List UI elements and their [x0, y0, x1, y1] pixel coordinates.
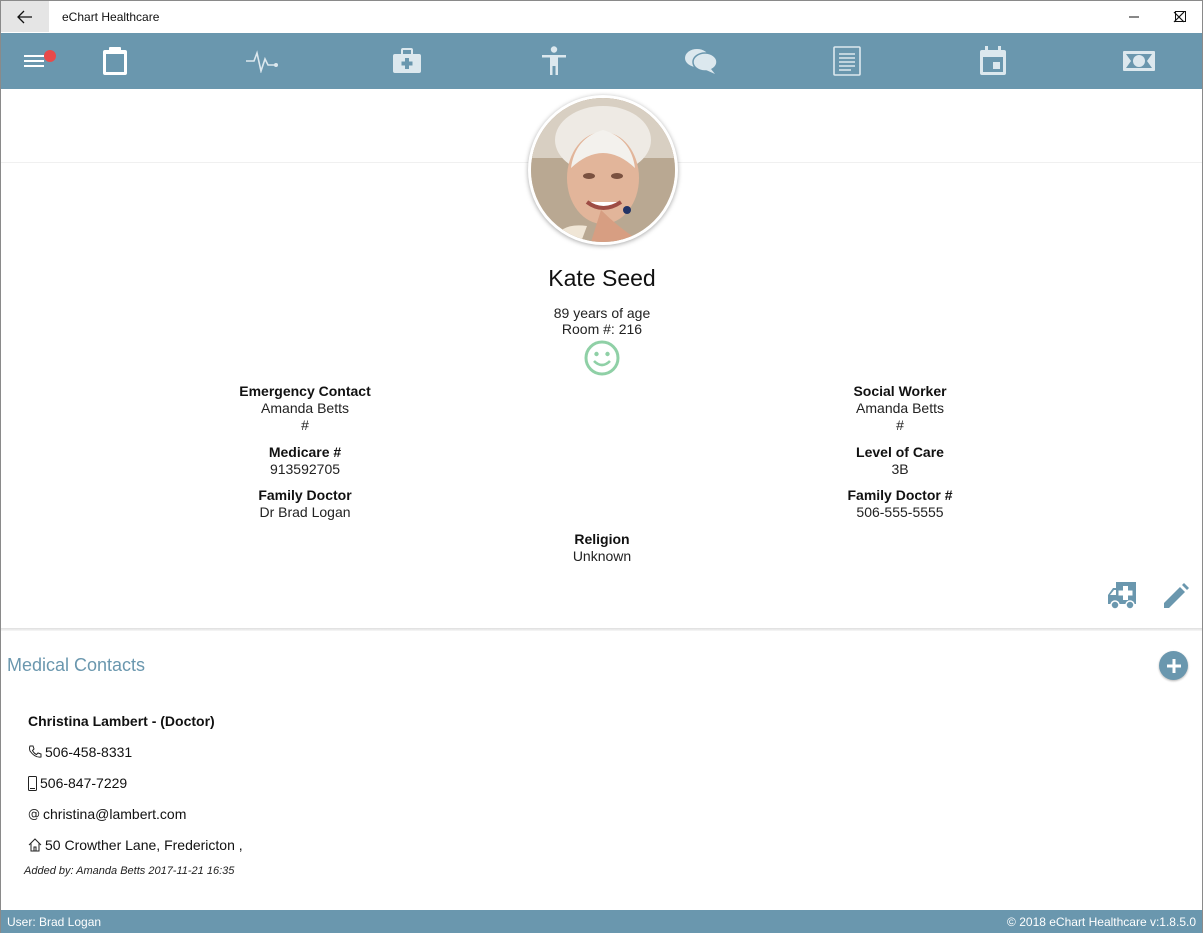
mobile-icon — [28, 775, 37, 791]
calendar-tab[interactable] — [975, 43, 1011, 79]
family-doctor-value: Dr Brad Logan — [259, 504, 351, 520]
contact-mobile: 506-847-7229 — [40, 775, 128, 791]
vitals-icon — [246, 50, 278, 73]
status-user: User: Brad Logan — [7, 915, 102, 929]
ambulance-button[interactable] — [1105, 578, 1145, 614]
patient-room: Room #: 216 — [561, 321, 643, 337]
contact-name: Christina Lambert - (Doctor) — [28, 713, 215, 729]
add-contact-button[interactable] — [1159, 651, 1188, 680]
emergency-contact-label: Emergency Contact — [239, 383, 371, 399]
billing-tab[interactable] — [1121, 43, 1157, 79]
medical-kit-icon — [393, 48, 421, 73]
contact-phone: 506-458-8331 — [45, 744, 133, 760]
minimize-icon — [1128, 16, 1139, 18]
contact-email: christina@lambert.com — [43, 806, 187, 822]
family-doctor-label: Family Doctor — [258, 487, 352, 503]
medicare-label: Medicare # — [268, 444, 342, 460]
social-worker-name: Amanda Betts — [856, 400, 944, 416]
level-of-care-label: Level of Care — [856, 444, 944, 460]
social-worker-phone: # — [896, 417, 904, 433]
happy-face-icon — [584, 340, 620, 376]
edit-button[interactable] — [1155, 578, 1195, 614]
medicare: Medicare # 913592705 — [155, 444, 455, 478]
status-copyright: © 2018 eChart Healthcare v:1.8.5.0 — [1007, 915, 1196, 929]
body-icon — [542, 46, 566, 75]
close-icon — [1173, 11, 1185, 22]
patient-age: 89 years of age — [553, 305, 651, 321]
added-by: Added by: Amanda Betts 2017-11-21 16:35 — [24, 865, 235, 877]
section-divider — [1, 628, 1202, 631]
close-window-button[interactable] — [1156, 1, 1202, 32]
title-bar: eChart Healthcare — [1, 1, 1202, 33]
medical-kit-tab[interactable] — [389, 43, 425, 79]
contact-mobile-row: 506-847-7229 — [28, 775, 127, 791]
patient-avatar — [528, 95, 678, 245]
family-doctor-phone-label: Family Doctor # — [847, 487, 953, 503]
emergency-contact-phone: # — [301, 417, 309, 433]
religion-label: Religion — [574, 531, 630, 547]
billing-icon — [1123, 51, 1155, 71]
ambulance-icon — [1108, 582, 1136, 610]
clipboard-tab[interactable] — [97, 43, 133, 79]
religion-value: Unknown — [572, 548, 632, 564]
level-of-care-value: 3B — [891, 461, 909, 477]
main-toolbar — [1, 33, 1202, 89]
plus-icon — [1166, 658, 1181, 673]
emergency-contact: Emergency Contact Amanda Betts # — [155, 383, 455, 434]
body-tab[interactable] — [536, 43, 572, 79]
social-worker: Social Worker Amanda Betts # — [750, 383, 1050, 434]
calendar-icon — [980, 46, 1006, 75]
notes-icon — [833, 46, 861, 76]
contact-phone-row: 506-458-8331 — [28, 744, 132, 760]
vitals-tab[interactable] — [244, 43, 280, 79]
contact-address-row: 50 Crowther Lane, Fredericton , — [28, 837, 243, 853]
app-title: eChart Healthcare — [62, 10, 160, 24]
chat-icon — [685, 49, 718, 74]
family-doctor-phone: Family Doctor # 506-555-5555 — [750, 487, 1050, 521]
back-button[interactable] — [1, 1, 49, 32]
status-bar: User: Brad Logan © 2018 eChart Healthcar… — [1, 910, 1202, 933]
menu-icon — [24, 55, 44, 67]
family-doctor: Family Doctor Dr Brad Logan — [155, 487, 455, 521]
family-doctor-phone-value: 506-555-5555 — [856, 504, 944, 520]
notification-badge — [44, 50, 56, 62]
notes-tab[interactable] — [829, 43, 865, 79]
medicare-value: 913592705 — [269, 461, 341, 477]
contact-email-row: @ christina@lambert.com — [28, 806, 186, 822]
emergency-contact-name: Amanda Betts — [261, 400, 349, 416]
contact-address: 50 Crowther Lane, Fredericton , — [45, 837, 243, 853]
social-worker-label: Social Worker — [853, 383, 947, 399]
back-arrow-icon — [17, 10, 32, 23]
religion: Religion Unknown — [452, 531, 752, 565]
minimize-button[interactable] — [1111, 1, 1157, 32]
chat-tab[interactable] — [683, 43, 719, 79]
patient-name: Kate Seed — [548, 265, 656, 291]
phone-icon — [29, 745, 42, 758]
patient-photo — [531, 98, 675, 242]
pencil-icon — [1164, 583, 1189, 608]
at-sign-icon: @ — [28, 807, 40, 821]
medical-contacts-title: Medical Contacts — [7, 655, 146, 675]
clipboard-icon — [103, 47, 127, 75]
level-of-care: Level of Care 3B — [750, 444, 1050, 478]
home-icon — [28, 838, 42, 852]
